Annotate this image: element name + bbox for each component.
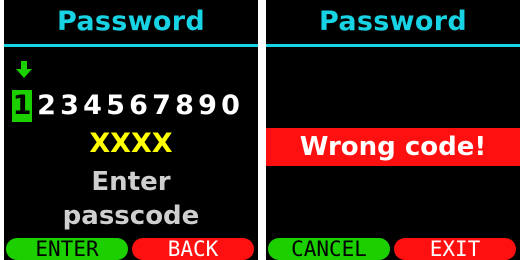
digit-key[interactable]: 2 bbox=[35, 90, 58, 122]
digit-key-selected[interactable]: 1 bbox=[12, 90, 32, 122]
digit-key[interactable]: 4 bbox=[81, 90, 104, 122]
prompt-line-1: Enter bbox=[91, 167, 171, 197]
wrong-code-screen: Password Wrong code! CANCEL EXIT bbox=[266, 0, 520, 260]
title-divider bbox=[266, 44, 520, 47]
digit-key[interactable]: 7 bbox=[150, 90, 173, 122]
digit-key[interactable]: 3 bbox=[58, 90, 81, 122]
down-arrow-icon bbox=[16, 61, 32, 78]
screenshot-pair: Password 1234567890 XXXX Enter passcode … bbox=[0, 0, 520, 260]
prompt-line-2: passcode bbox=[62, 201, 200, 231]
digit-key[interactable]: 8 bbox=[173, 90, 196, 122]
masked-code: XXXX bbox=[89, 128, 173, 159]
title-divider bbox=[4, 44, 258, 47]
exit-button[interactable]: EXIT bbox=[394, 238, 516, 260]
digit-selector[interactable]: 1234567890 bbox=[12, 90, 242, 122]
cancel-button[interactable]: CANCEL bbox=[268, 238, 390, 260]
back-button[interactable]: BACK bbox=[132, 238, 254, 260]
error-message: Wrong code! bbox=[266, 128, 520, 166]
digit-key[interactable]: 6 bbox=[127, 90, 150, 122]
digit-key[interactable]: 0 bbox=[219, 90, 242, 122]
digit-key[interactable]: 5 bbox=[104, 90, 127, 122]
enter-button[interactable]: ENTER bbox=[6, 238, 128, 260]
screen-title: Password bbox=[319, 6, 467, 37]
digit-key[interactable]: 9 bbox=[196, 90, 219, 122]
password-entry-screen: Password 1234567890 XXXX Enter passcode … bbox=[4, 0, 258, 260]
screen-title: Password bbox=[57, 6, 205, 37]
